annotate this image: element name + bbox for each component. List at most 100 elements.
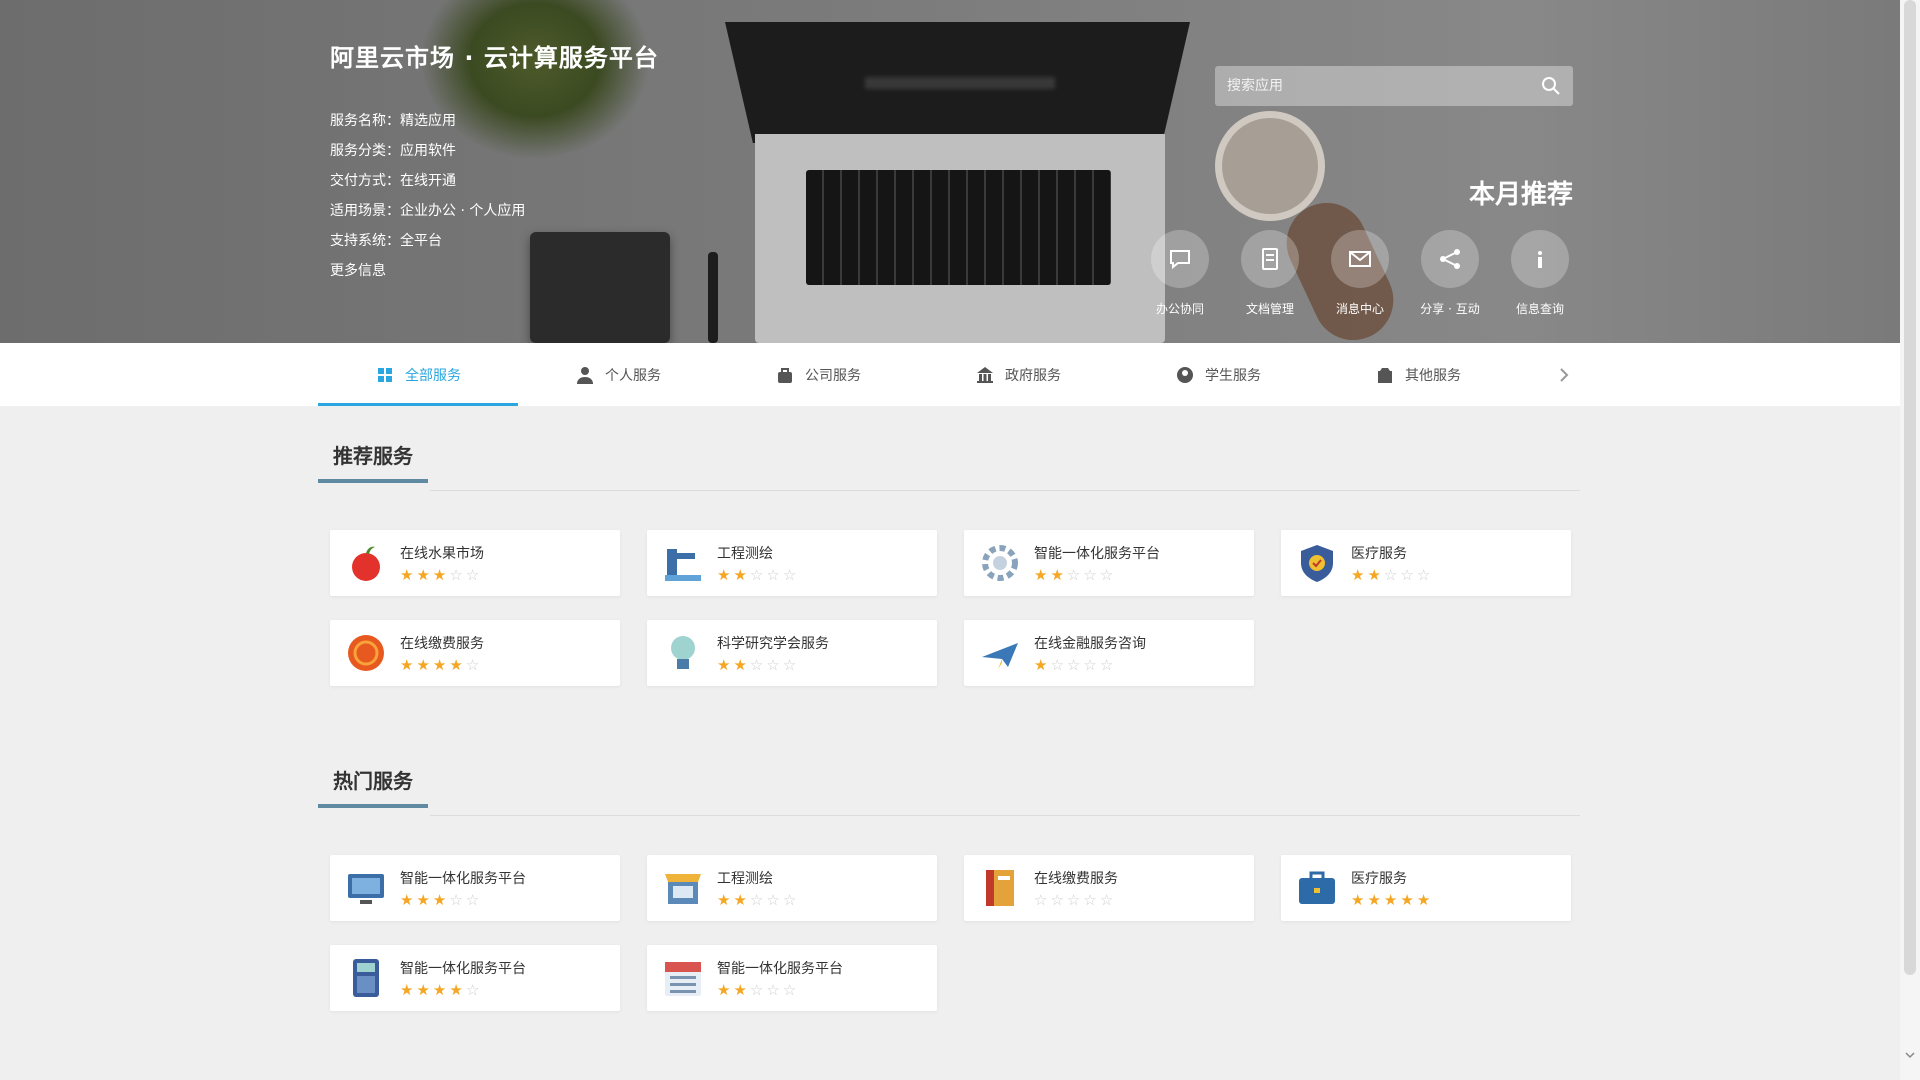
share-icon (1440, 249, 1460, 269)
app-card[interactable]: 智能一体化服务平台 ★★★☆☆ (330, 855, 620, 921)
star-empty-icon: ☆ (449, 891, 466, 909)
info-line[interactable]: 更多信息 (330, 256, 525, 286)
star-empty-icon: ☆ (1066, 566, 1084, 584)
search-icon[interactable] (1541, 76, 1561, 96)
plane-icon (982, 643, 1018, 669)
tab-label: 其他服务 (1405, 367, 1461, 384)
engineering-icon (665, 549, 701, 581)
star-filled-icon: ★ (432, 891, 450, 909)
shop-icon (665, 874, 701, 904)
search-input[interactable] (1227, 66, 1527, 106)
star-empty-icon: ☆ (766, 891, 783, 909)
star-filled-icon: ★ (416, 656, 433, 674)
service-info: 服务名称：精选应用 服务分类：应用软件 交付方式：在线开通 适用场景：企业办公 … (330, 106, 525, 286)
quick-link-mail[interactable]: 消息中心 (1320, 230, 1400, 330)
star-filled-icon: ★ (1383, 891, 1401, 909)
star-empty-icon: ☆ (1050, 656, 1067, 674)
tab-label: 学生服务 (1205, 367, 1261, 384)
star-empty-icon: ☆ (1034, 891, 1051, 909)
app-card[interactable]: 医疗服务 ★★☆☆☆ (1281, 530, 1571, 596)
star-filled-icon: ★ (733, 891, 750, 909)
star-empty-icon: ☆ (1083, 656, 1100, 674)
star-filled-icon: ★ (733, 656, 750, 674)
tab-other[interactable]: 其他服务 (1318, 343, 1518, 406)
quick-link-chat[interactable]: 办公协同 (1140, 230, 1220, 330)
quick-links: 办公协同 文档管理 消息中心 分享 · 互动 信息查询 (1140, 230, 1580, 330)
site-title: 阿里云市场 · 云计算服务平台 (330, 44, 659, 72)
star-filled-icon: ★ (1400, 891, 1417, 909)
quick-link-share[interactable]: 分享 · 互动 (1410, 230, 1490, 330)
info-line: 支持系统：全平台 (330, 233, 442, 249)
calculator-icon (353, 959, 379, 997)
app-card[interactable]: 医疗服务 ★★★★★ (1281, 855, 1571, 921)
star-filled-icon: ★ (449, 656, 466, 674)
building-icon (977, 366, 993, 383)
divider (430, 815, 1580, 816)
star-empty-icon: ☆ (782, 656, 800, 674)
tab-all[interactable]: 全部服务 (318, 343, 518, 406)
quick-link-document[interactable]: 文档管理 (1230, 230, 1310, 330)
star-filled-icon: ★ (1416, 891, 1434, 909)
app-card[interactable]: 智能一体化服务平台 ★★☆☆☆ (964, 530, 1254, 596)
scrollbar-thumb[interactable] (1904, 0, 1916, 975)
star-rating: ☆☆☆☆☆ (1034, 891, 1116, 909)
quick-link-info[interactable]: 信息查询 (1500, 230, 1580, 330)
tab-label: 全部服务 (405, 367, 461, 384)
hero-banner: 阿里云市场 · 云计算服务平台 服务名称：精选应用 服务分类：应用软件 交付方式… (0, 0, 1900, 343)
star-empty-icon: ☆ (749, 566, 767, 584)
book-icon (986, 870, 1014, 906)
search-box (1215, 66, 1573, 106)
info-line: 适用场景：企业办公 · 个人应用 (330, 203, 526, 219)
app-card[interactable]: 工程测绘 ★★☆☆☆ (647, 530, 937, 596)
notebook-decoration (530, 232, 670, 343)
star-empty-icon: ☆ (1083, 566, 1100, 584)
tab-label: 个人服务 (605, 367, 661, 384)
star-empty-icon: ☆ (465, 891, 483, 909)
star-empty-icon: ☆ (766, 656, 783, 674)
star-empty-icon: ☆ (449, 566, 466, 584)
star-filled-icon: ★ (432, 566, 450, 584)
laptop-screen-decoration (725, 22, 1190, 143)
tab-personal[interactable]: 个人服务 (518, 343, 718, 406)
mail-icon (1349, 251, 1371, 267)
star-empty-icon: ☆ (465, 981, 483, 999)
app-card[interactable]: 工程测绘 ★★☆☆☆ (647, 855, 937, 921)
app-card[interactable]: 在线水果市场 ★★★☆☆ (330, 530, 620, 596)
star-empty-icon: ☆ (465, 566, 483, 584)
info-line: 交付方式：在线开通 (330, 173, 456, 189)
scrollbar[interactable] (1900, 0, 1920, 1080)
star-empty-icon: ☆ (782, 566, 800, 584)
star-filled-icon: ★ (1050, 566, 1067, 584)
star-filled-icon: ★ (1351, 891, 1368, 909)
star-filled-icon: ★ (400, 656, 417, 674)
star-filled-icon: ★ (416, 981, 433, 999)
coffee-cup-decoration (1222, 118, 1318, 214)
star-empty-icon: ☆ (1050, 891, 1067, 909)
chevron-down-icon[interactable] (1905, 1050, 1915, 1060)
star-rating: ★★☆☆☆ (717, 891, 799, 909)
chevron-right-icon[interactable] (1552, 363, 1576, 387)
star-rating: ★★★☆☆ (400, 566, 482, 584)
app-card[interactable]: 科学研究学会服务 ★★☆☆☆ (647, 620, 937, 686)
tab-government[interactable]: 政府服务 (918, 343, 1118, 406)
keyboard-decoration (806, 170, 1111, 285)
star-empty-icon: ☆ (1083, 891, 1100, 909)
star-filled-icon: ★ (1367, 566, 1384, 584)
tab-company[interactable]: 公司服务 (718, 343, 918, 406)
star-filled-icon: ★ (717, 891, 734, 909)
app-card[interactable]: 在线缴费服务 ☆☆☆☆☆ (964, 855, 1254, 921)
quick-link-label: 消息中心 (1335, 302, 1384, 316)
app-card[interactable]: 智能一体化服务平台 ★★★★☆ (330, 945, 620, 1011)
star-filled-icon: ★ (733, 981, 750, 999)
star-empty-icon: ☆ (749, 981, 767, 999)
app-card[interactable]: 智能一体化服务平台 ★★☆☆☆ (647, 945, 937, 1011)
app-card[interactable]: 在线缴费服务 ★★★★☆ (330, 620, 620, 686)
chat-icon (1170, 250, 1190, 270)
app-name: 医疗服务 (1351, 871, 1407, 887)
star-empty-icon: ☆ (1066, 891, 1084, 909)
star-empty-icon: ☆ (1066, 656, 1084, 674)
app-card[interactable]: 在线金融服务咨询 ★☆☆☆☆ (964, 620, 1254, 686)
coin-icon (348, 635, 384, 671)
tab-student[interactable]: 学生服务 (1118, 343, 1318, 406)
app-name: 智能一体化服务平台 (400, 871, 526, 887)
